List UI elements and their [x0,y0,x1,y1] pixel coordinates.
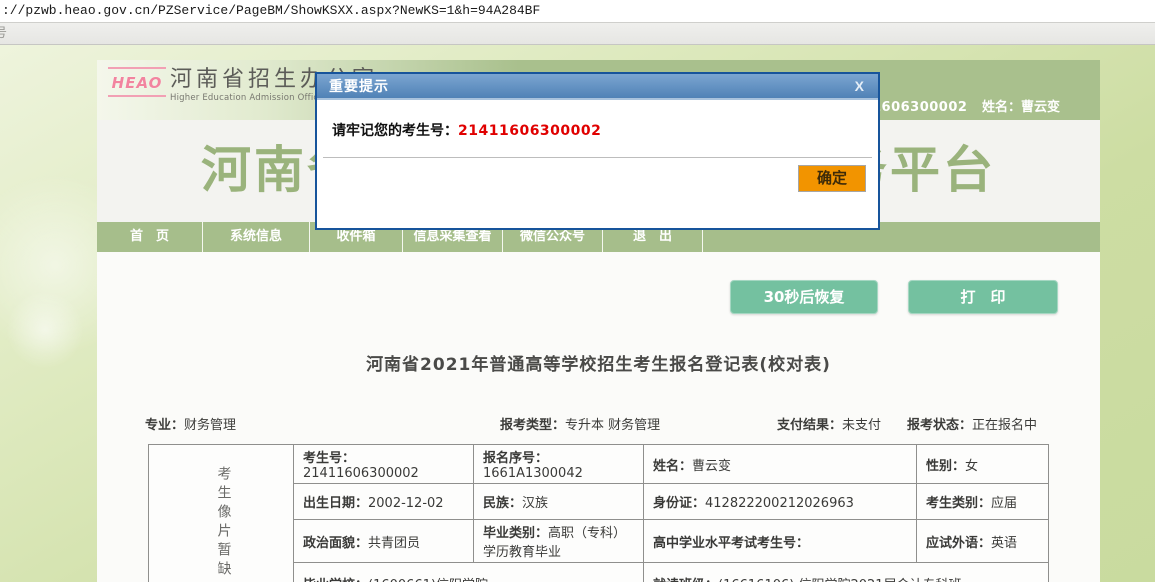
dialog-title: 重要提示 [317,76,855,96]
cell-bmxh: 报名序号：1661A1300042 [474,445,644,484]
toolbar-clipped-text: 号 [0,26,7,41]
cell-birthdate: 出生日期：2002-12-02 [294,484,474,520]
dialog-message-label: 请牢记您的考生号： [332,123,458,139]
cell-id-number: 身份证：412822200212026963 [644,484,917,520]
dialog-body: 请牢记您的考生号：21411606300002 [317,100,878,140]
browser-toolbar: 号 [0,22,1155,45]
cell-hs-exam-number: 高中学业水平考试考生号： [644,520,917,563]
cell-graduation-category: 毕业类别：高职（专科）学历教育毕业 [474,520,644,563]
summary-payment-result: 支付结果：未支付 [777,414,881,433]
name-value: 曹云变 [1021,100,1060,115]
cell-graduation-school: 毕业学校：(1600661)信阳学院 [294,563,644,582]
nav-item-home[interactable]: 首 页 [97,222,203,252]
form-summary-row: 专业：财务管理 报考类型：专升本 财务管理 支付结果：未支付 报考状态：正在报名… [97,414,1100,436]
ok-button[interactable]: 确定 [798,165,866,192]
summary-major: 专业：财务管理 [145,414,236,433]
cell-candidate-type: 考生类别：应届 [917,484,1049,520]
nav-item-system-info[interactable]: 系统信息 [203,222,310,252]
candidate-photo-placeholder: 考生像片暂缺 [149,445,294,582]
browser-address-bar[interactable]: ://pzwb.heao.gov.cn/PZService/PageBM/Sho… [0,0,1155,22]
dialog-titlebar: 重要提示 X [317,74,878,100]
print-button[interactable]: 打 印 [908,280,1058,314]
close-icon[interactable]: X [855,78,878,94]
cell-gender: 性别：女 [917,445,1049,484]
cell-political-status: 政治面貌：共青团员 [294,520,474,563]
restore-countdown-button[interactable]: 30秒后恢复 [730,280,878,314]
cell-ksh: 考生号：21411606300002 [294,445,474,484]
main-content: 30秒后恢复 打 印 河南省2021年普通高等学校招生考生报名登记表(校对表) … [97,252,1100,582]
dialog-divider [323,157,872,158]
cell-name: 姓名：曹云变 [644,445,917,484]
summary-apply-status: 报考状态：正在报名中 [907,414,1037,433]
registration-table: 考生像片暂缺 考生号：21411606300002 报名序号：1661A1300… [148,444,1049,582]
cell-ethnicity: 民族：汉族 [474,484,644,520]
cell-foreign-language: 应试外语：英语 [917,520,1049,563]
important-notice-dialog: 重要提示 X 请牢记您的考生号：21411606300002 确定 [315,72,880,230]
name-label: 姓名： [982,100,1021,115]
dialog-candidate-number: 21411606300002 [458,123,601,139]
heao-logo-icon: HEAO [108,67,166,97]
cell-enrolled-class: 就读班级：(16616106) 信阳学院2021届会计专科班 [644,563,1049,582]
summary-apply-type: 报考类型：专升本 财务管理 [500,414,660,433]
registration-form-title: 河南省2021年普通高等学校招生考生报名登记表(校对表) [97,350,1100,375]
table-row: 考生像片暂缺 考生号：21411606300002 报名序号：1661A1300… [149,445,1049,484]
